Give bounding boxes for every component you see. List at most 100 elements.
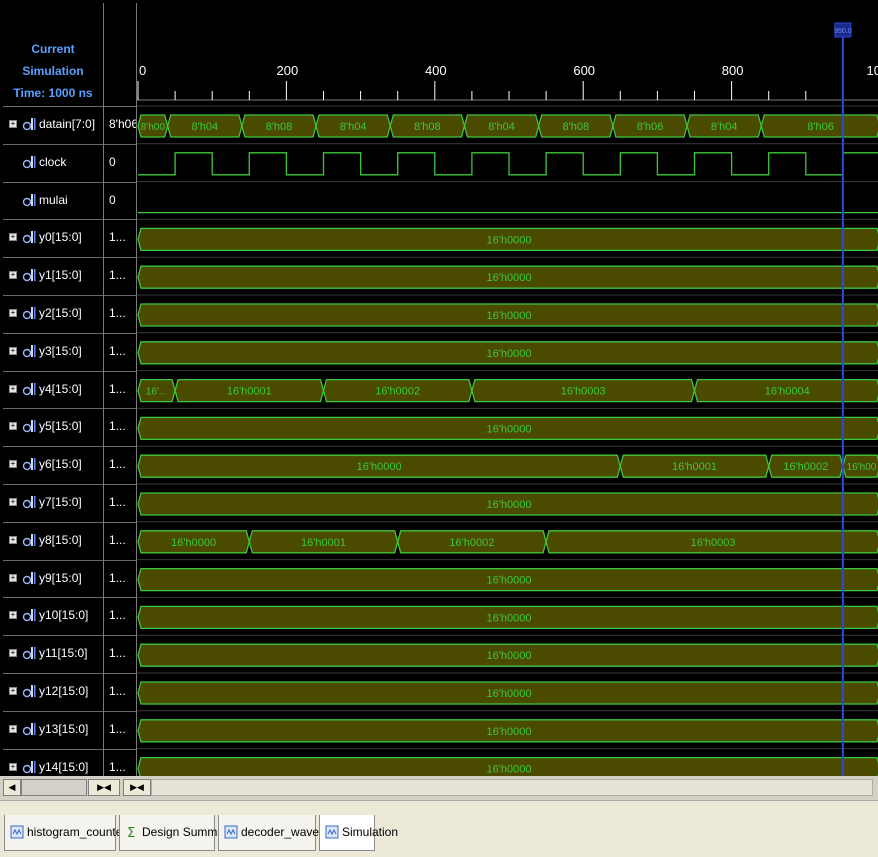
bus-value-label: 8'h06	[807, 121, 834, 133]
bus-value-label: 16'h0003	[561, 386, 606, 398]
scroll-left-icon[interactable]: ◀	[3, 779, 21, 796]
bus-value-label: 16'...	[146, 387, 167, 398]
bus-signal-icon	[22, 344, 36, 358]
bus-value-label: 16'h0004	[765, 386, 810, 398]
tab-decoder-wave-tbw[interactable]: decoder_wave.tbw	[218, 815, 316, 851]
bus-value-label: 16'h0001	[301, 537, 346, 549]
expand-icon[interactable]: +	[9, 574, 17, 582]
sigma-icon: Σ	[125, 825, 139, 839]
tab-design-summary[interactable]: ΣDesign Summary	[119, 815, 215, 851]
signal-row-datain70[interactable]: +datain[7:0]	[3, 106, 103, 143]
bus-signal-icon	[22, 760, 36, 774]
bus-value-label: 16'h0002	[783, 461, 828, 473]
simulation-icon	[325, 825, 339, 839]
bit-signal-icon	[22, 155, 36, 169]
signal-value-cell: 1...	[104, 257, 136, 294]
signal-value: 1...	[109, 571, 126, 585]
bus-value-label: 8'h06	[637, 121, 664, 133]
expand-icon[interactable]: +	[9, 687, 17, 695]
wave-scroll-track[interactable]	[151, 779, 873, 796]
signal-value-cell: 1...	[104, 635, 136, 672]
signal-row-y1150[interactable]: +y1[15:0]	[3, 257, 103, 294]
signal-name: mulai	[39, 193, 68, 207]
signal-row-y2150[interactable]: +y2[15:0]	[3, 295, 103, 332]
signal-value: 1...	[109, 419, 126, 433]
expand-icon[interactable]: +	[9, 460, 17, 468]
signal-value: 1...	[109, 268, 126, 282]
signal-name: y10[15:0]	[39, 608, 88, 622]
bus-value-label: 8'h08	[414, 121, 441, 133]
signal-value-cell: 1...	[104, 295, 136, 332]
signal-value-cell: 1...	[104, 522, 136, 559]
signal-value-cell: 1...	[104, 749, 136, 776]
signal-value-column: 8'h06001...1...1...1...1...1...1...1...1…	[104, 3, 136, 776]
expand-icon[interactable]: +	[9, 347, 17, 355]
signal-name: y14[15:0]	[39, 760, 88, 774]
tab-histogram-counter-vhd[interactable]: histogram_counter.vhd	[4, 815, 116, 851]
signal-name: y6[15:0]	[39, 457, 82, 471]
expand-icon[interactable]: +	[9, 611, 17, 619]
time-cursor-label: 950.0	[834, 28, 852, 35]
names-scroll-arrows-icon[interactable]: ▶◀	[88, 779, 120, 796]
clock-waveform	[138, 153, 878, 175]
signal-row-y9150[interactable]: +y9[15:0]	[3, 560, 103, 597]
waveform-canvas[interactable]: 020040060080010008'h008'h048'h088'h048'h…	[137, 3, 878, 776]
signal-row-y11150[interactable]: +y11[15:0]	[3, 635, 103, 672]
expand-icon[interactable]: +	[9, 120, 17, 128]
bus-signal-icon	[22, 419, 36, 433]
bus-value-label: 8'h04	[191, 121, 218, 133]
expand-icon[interactable]: +	[9, 763, 17, 771]
signal-row-y6150[interactable]: + y6[15:0]	[3, 446, 103, 483]
expand-icon[interactable]: +	[9, 385, 17, 393]
expand-icon[interactable]: +	[9, 536, 17, 544]
bus-value-label: 16'h00	[847, 462, 877, 473]
signal-value: 1...	[109, 760, 126, 774]
expand-icon[interactable]: +	[9, 725, 17, 733]
expand-icon[interactable]: +	[9, 309, 17, 317]
signal-value: 1...	[109, 382, 126, 396]
signal-row-y4150[interactable]: +y4[15:0]	[3, 371, 103, 408]
expand-icon[interactable]: +	[9, 233, 17, 241]
signal-value-cell: 0	[104, 144, 136, 181]
bus-signal-icon	[22, 495, 36, 509]
bus-signal-icon	[22, 608, 36, 622]
signal-value-cell: 1...	[104, 446, 136, 483]
tab-simulation[interactable]: Simulation	[319, 815, 375, 851]
signal-name: y0[15:0]	[39, 230, 82, 244]
current-simulation-time-header: Current Simulation Time: 1000 ns	[3, 38, 103, 104]
expand-icon[interactable]: +	[9, 649, 17, 657]
signal-row-y7150[interactable]: +y7[15:0]	[3, 484, 103, 521]
bus-value-label: 8'h04	[340, 121, 367, 133]
ruler-tick-label: 1000	[867, 63, 878, 78]
expand-icon[interactable]: +	[9, 498, 17, 506]
signal-row-y5150[interactable]: +y5[15:0]	[3, 408, 103, 445]
bus-signal-icon	[22, 646, 36, 660]
signal-row-y14150[interactable]: + y14[15:0]	[3, 749, 103, 776]
signal-row-y13150[interactable]: +y13[15:0]	[3, 711, 103, 748]
signal-row-y10150[interactable]: + y10[15:0]	[3, 597, 103, 634]
signal-row-y8150[interactable]: +y8[15:0]	[3, 522, 103, 559]
signal-name-column: Current Simulation Time: 1000 ns +datain…	[3, 3, 103, 776]
signal-row-y0150[interactable]: + y0[15:0]	[3, 219, 103, 256]
bus-signal-icon	[22, 230, 36, 244]
horizontal-scroll-area: ◀ ▶◀ ▶◀	[0, 776, 878, 800]
signal-row-mulai[interactable]: mulai	[3, 182, 103, 219]
bus-signal-icon	[22, 684, 36, 698]
ruler-tick-label: 0	[139, 63, 146, 78]
header-title-line2: Time: 1000 ns	[3, 82, 103, 104]
expand-icon[interactable]: +	[9, 271, 17, 279]
wave-scroll-arrows-icon[interactable]: ▶◀	[123, 779, 151, 796]
expand-icon[interactable]: +	[9, 422, 17, 430]
signal-value: 8'h06	[109, 117, 138, 131]
bus-value-label: 8'h08	[562, 121, 589, 133]
signal-row-y12150[interactable]: +y12[15:0]	[3, 673, 103, 710]
simulation-window: Current Simulation Time: 1000 ns +datain…	[0, 0, 878, 856]
signal-row-clock[interactable]: clock	[3, 144, 103, 181]
tab-label: Simulation	[342, 815, 398, 849]
signal-row-y3150[interactable]: +y3[15:0]	[3, 333, 103, 370]
document-tab-bar: histogram_counter.vhdΣDesign Summarydeco…	[0, 800, 878, 857]
signal-value-cell: 1...	[104, 219, 136, 256]
bus-signal-icon	[22, 571, 36, 585]
bus-value-label: 16'h0000	[171, 537, 216, 549]
names-scroll-track[interactable]	[21, 779, 87, 796]
